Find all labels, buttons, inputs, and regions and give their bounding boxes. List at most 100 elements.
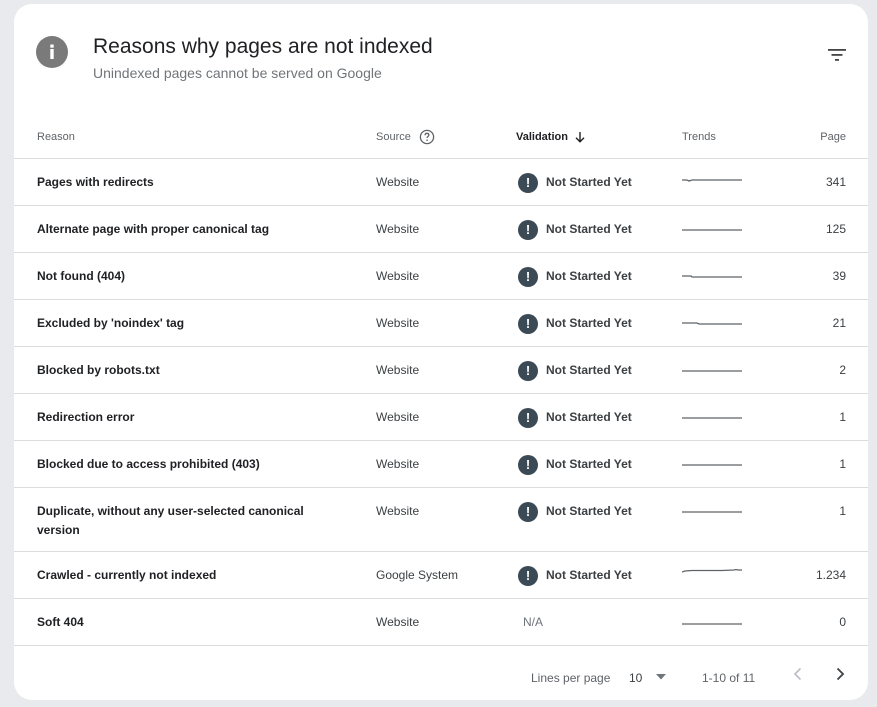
- help-icon[interactable]: [419, 129, 435, 145]
- table-row[interactable]: Redirection error Website ! Not Started …: [14, 394, 868, 441]
- table-row[interactable]: Not found (404) Website ! Not Started Ye…: [14, 253, 868, 300]
- reason-cell: Not found (404): [37, 269, 125, 283]
- table-row[interactable]: Soft 404 Website N/A 0: [14, 599, 868, 646]
- column-header-trends: Trends: [682, 114, 716, 159]
- column-header-validation[interactable]: Validation: [516, 114, 586, 159]
- column-header-trends-label: Trends: [682, 130, 716, 143]
- column-header-reason-label: Reason: [37, 130, 75, 143]
- column-header-pages-label: Page: [820, 130, 846, 143]
- column-header-reason[interactable]: Reason: [37, 114, 75, 159]
- validation-label: N/A: [523, 615, 544, 629]
- table-row[interactable]: Blocked by robots.txt Website ! Not Star…: [14, 347, 868, 394]
- validation-status: ! Not Started Yet: [518, 404, 632, 431]
- validation-label: Not Started Yet: [546, 316, 632, 330]
- page-title: Reasons why pages are not indexed: [93, 35, 433, 58]
- validation-label: Not Started Yet: [546, 457, 632, 471]
- validation-label: Not Started Yet: [546, 222, 632, 236]
- validation-status: ! Not Started Yet: [518, 310, 632, 337]
- trend-sparkline: [682, 623, 742, 625]
- source-cell: Website: [376, 363, 420, 377]
- exclamation-icon: !: [518, 313, 538, 334]
- pages-count: 39: [832, 269, 846, 283]
- trend-sparkline: [682, 322, 742, 325]
- chevron-right-icon[interactable]: [832, 666, 848, 682]
- pages-count: 1: [839, 504, 846, 518]
- validation-label: Not Started Yet: [546, 410, 632, 424]
- reason-cell: Excluded by 'noindex' tag: [37, 316, 185, 330]
- filter-icon: [828, 49, 846, 61]
- info-icon: [36, 36, 68, 68]
- chevron-left-icon[interactable]: [790, 666, 806, 682]
- reason-cell: Soft 404: [37, 615, 84, 629]
- table-row[interactable]: Crawled - currently not indexed Google S…: [14, 552, 868, 599]
- validation-label: Not Started Yet: [546, 504, 632, 518]
- exclamation-icon: !: [518, 172, 538, 193]
- arrow-down-icon: [575, 131, 585, 143]
- trend-sparkline: [682, 464, 742, 466]
- source-cell: Website: [376, 410, 420, 424]
- source-cell: Website: [376, 269, 420, 283]
- table-header: Reason Source Validation Trends Page: [14, 114, 868, 159]
- trend-sparkline: [682, 179, 742, 182]
- table-row[interactable]: Pages with redirects Website ! Not Start…: [14, 159, 868, 206]
- page-subtitle: Unindexed pages cannot be served on Goog…: [93, 65, 382, 81]
- trend-sparkline: [682, 275, 742, 278]
- source-cell: Website: [376, 504, 420, 518]
- chevron-down-icon[interactable]: [655, 673, 667, 681]
- validation-status: ! Not Started Yet: [518, 357, 632, 384]
- exclamation-icon: !: [518, 454, 538, 475]
- column-header-pages[interactable]: Page: [820, 114, 846, 159]
- table-row[interactable]: Excluded by 'noindex' tag Website ! Not …: [14, 300, 868, 347]
- table-row[interactable]: Duplicate, without any user-selected can…: [14, 488, 868, 552]
- validation-label: Not Started Yet: [546, 269, 632, 283]
- validation-status: N/A: [523, 613, 543, 632]
- table-row[interactable]: Blocked due to access prohibited (403) W…: [14, 441, 868, 488]
- pages-count: 1: [839, 410, 846, 424]
- source-cell: Website: [376, 316, 420, 330]
- reason-cell: Redirection error: [37, 410, 135, 424]
- validation-label: Not Started Yet: [546, 175, 632, 189]
- exclamation-icon: !: [518, 360, 538, 381]
- lines-per-page-label: Lines per page: [531, 671, 611, 685]
- trend-sparkline: [682, 229, 742, 231]
- trend-sparkline: [682, 511, 742, 513]
- column-header-validation-label: Validation: [516, 130, 568, 143]
- pages-count: 1: [839, 457, 846, 471]
- pages-count: 0: [839, 615, 846, 629]
- reason-cell: Crawled - currently not indexed: [37, 568, 217, 582]
- trend-sparkline: [682, 370, 742, 372]
- exclamation-icon: !: [518, 266, 538, 287]
- column-header-source[interactable]: Source: [376, 114, 435, 159]
- reason-cell: Blocked by robots.txt: [37, 363, 160, 377]
- trend-sparkline: [682, 417, 742, 419]
- column-header-source-label: Source: [376, 130, 411, 143]
- filter-button[interactable]: [824, 44, 850, 66]
- validation-label: Not Started Yet: [546, 568, 632, 582]
- table-body: Pages with redirects Website ! Not Start…: [14, 159, 868, 646]
- pages-count: 21: [832, 316, 846, 330]
- exclamation-icon: !: [518, 407, 538, 428]
- source-cell: Google System: [376, 568, 459, 582]
- report-card: Reasons why pages are not indexed Uninde…: [14, 4, 868, 700]
- pagination-range: 1-10 of 11: [702, 671, 756, 685]
- exclamation-icon: !: [518, 219, 538, 240]
- source-cell: Website: [376, 222, 420, 236]
- lines-per-page-value[interactable]: 10: [629, 671, 642, 685]
- source-cell: Website: [376, 615, 420, 629]
- table-row[interactable]: Alternate page with proper canonical tag…: [14, 206, 868, 253]
- reason-cell: Alternate page with proper canonical tag: [37, 222, 270, 236]
- pages-count: 2: [839, 363, 846, 377]
- validation-status: ! Not Started Yet: [518, 562, 632, 589]
- trend-sparkline: [682, 568, 742, 573]
- source-cell: Website: [376, 175, 420, 189]
- pages-count: 1.234: [815, 568, 846, 582]
- exclamation-icon: !: [518, 501, 538, 522]
- validation-status: ! Not Started Yet: [518, 216, 632, 243]
- validation-status: ! Not Started Yet: [518, 451, 632, 478]
- source-cell: Website: [376, 457, 420, 471]
- validation-label: Not Started Yet: [546, 363, 632, 377]
- reason-cell: Duplicate, without any user-selected can…: [37, 504, 304, 537]
- card-header: Reasons why pages are not indexed Uninde…: [14, 4, 868, 114]
- pages-count: 341: [825, 175, 846, 189]
- pages-count: 125: [825, 222, 846, 236]
